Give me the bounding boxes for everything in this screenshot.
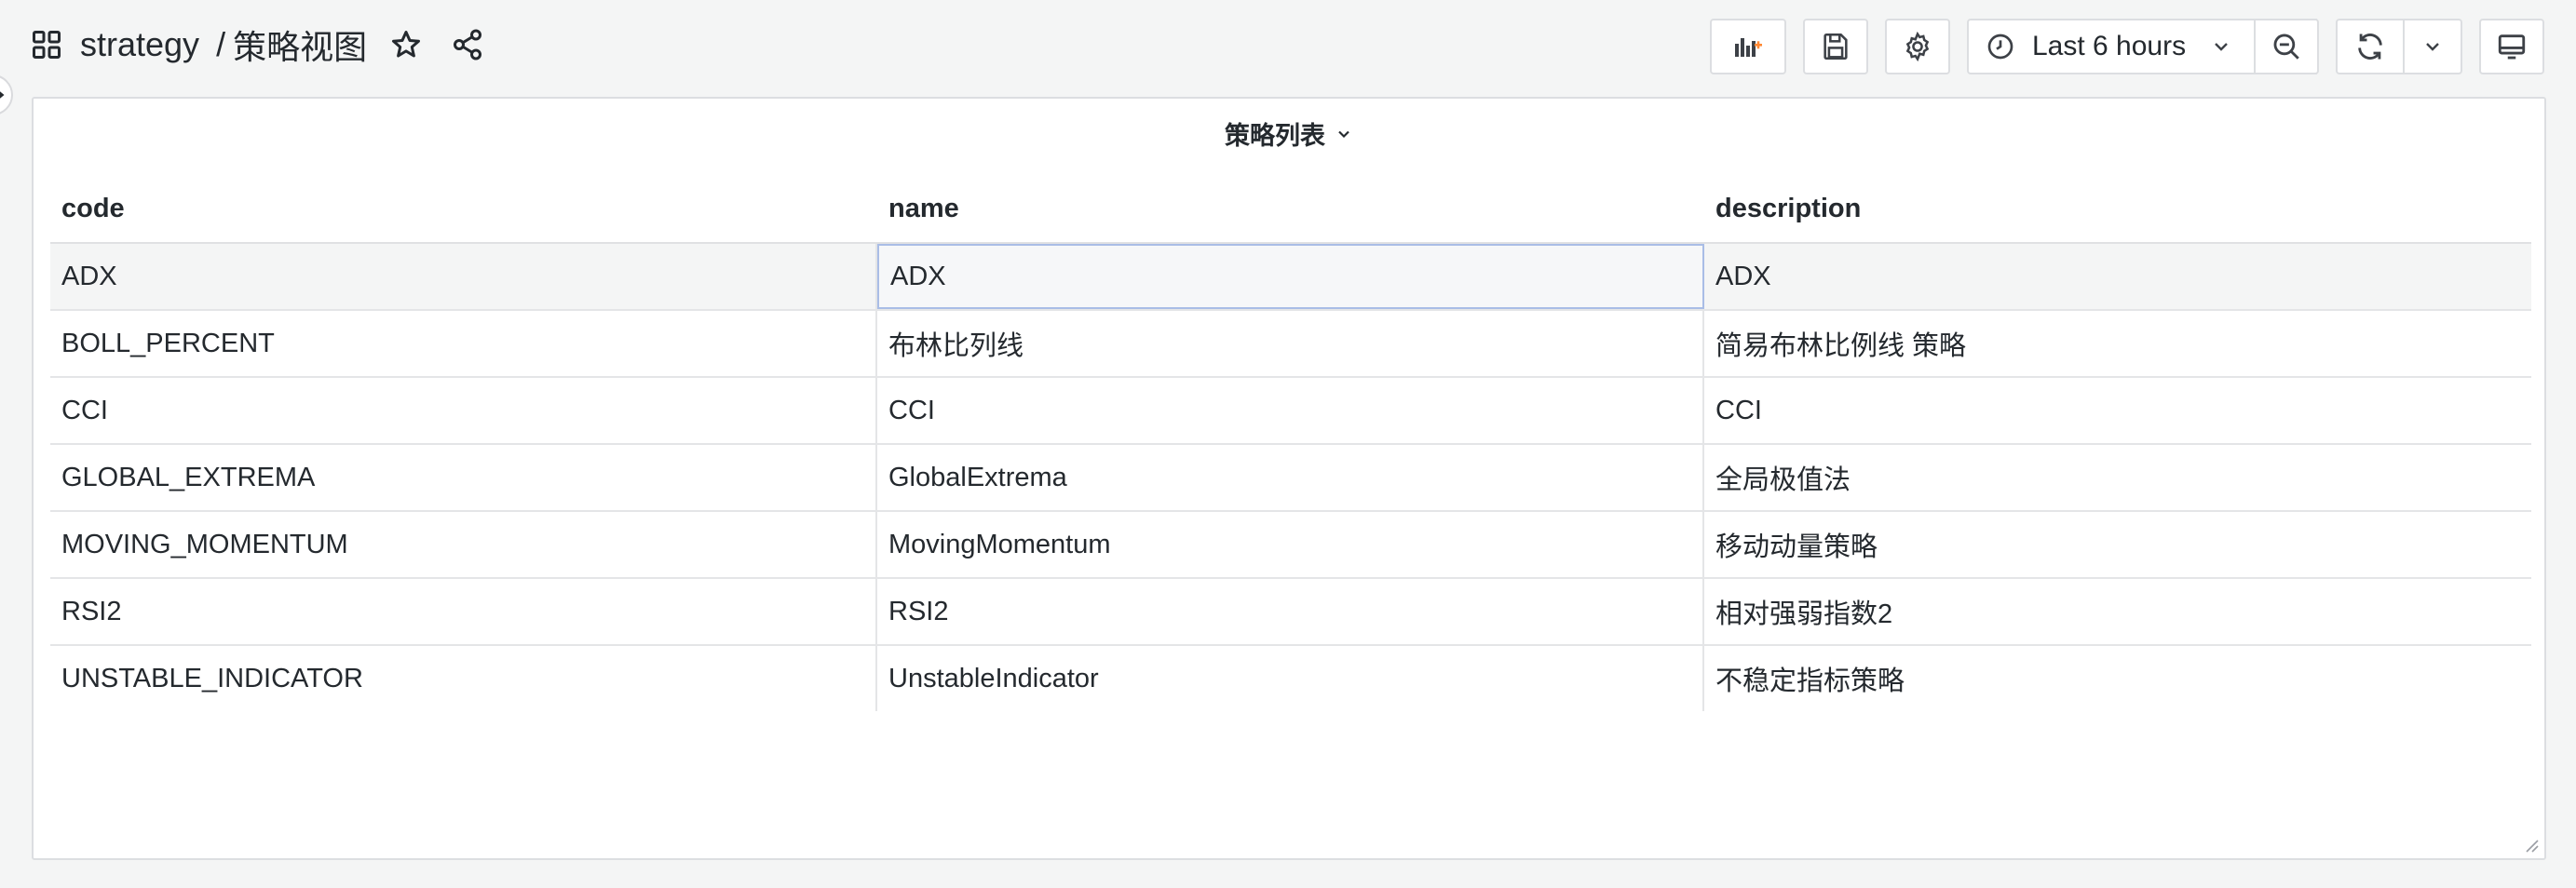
- table-cell-name[interactable]: UnstableIndicator: [877, 646, 1704, 711]
- panel-title[interactable]: 策略列表: [1225, 115, 1325, 152]
- table-cell-code[interactable]: BOLL_PERCENT: [50, 311, 877, 376]
- table-cell-code[interactable]: MOVING_MOMENTUM: [50, 512, 877, 577]
- clock-icon: [1987, 34, 2013, 60]
- breadcrumb-separator: /: [216, 25, 226, 63]
- resize-handle-icon[interactable]: [2524, 838, 2539, 853]
- table-cell-code[interactable]: RSI2: [50, 579, 877, 644]
- panel-header[interactable]: 策略列表: [34, 115, 2544, 152]
- refresh-icon: [2358, 34, 2382, 60]
- top-navbar: strategy / 策略视图 Last 6 hours: [0, 0, 2576, 93]
- table-row[interactable]: UNSTABLE_INDICATOR UnstableIndicator 不稳定…: [50, 644, 2531, 711]
- table-cell-name[interactable]: RSI2: [877, 579, 1704, 644]
- column-header-description[interactable]: description: [1715, 194, 1861, 224]
- table-cell-code[interactable]: UNSTABLE_INDICATOR: [50, 646, 877, 711]
- table-row[interactable]: BOLL_PERCENT 布林比列线 简易布林比例线 策略: [50, 309, 2531, 376]
- table-cell-name[interactable]: MovingMomentum: [877, 512, 1704, 577]
- gear-icon: [1905, 31, 1930, 62]
- breadcrumb-folder[interactable]: strategy: [80, 25, 199, 64]
- column-header-name[interactable]: name: [888, 194, 959, 224]
- chevron-down-icon: [2215, 43, 2228, 51]
- table-row[interactable]: CCI CCI CCI: [50, 376, 2531, 443]
- add-panel-icon: [1735, 38, 1762, 57]
- save-dashboard-button[interactable]: [1803, 19, 1868, 74]
- column-header-code[interactable]: code: [61, 194, 125, 224]
- zoom-out-icon: [2273, 34, 2299, 60]
- chevron-down-icon: [1338, 130, 1349, 138]
- view-mode-button[interactable]: [2479, 19, 2544, 74]
- table-panel: 策略列表 code name description ADX ADX ADX B…: [32, 97, 2546, 860]
- time-range-label: Last 6 hours: [2032, 31, 2187, 61]
- share-icon[interactable]: [451, 28, 484, 61]
- chevron-down-icon: [2426, 43, 2439, 51]
- table-cell-name[interactable]: GlobalExtrema: [877, 445, 1704, 510]
- apps-grid-icon[interactable]: [30, 28, 63, 61]
- table-cell-name[interactable]: 布林比列线: [877, 311, 1704, 376]
- zoom-out-button[interactable]: [2254, 19, 2319, 74]
- refresh-interval-dropdown[interactable]: [2403, 19, 2462, 74]
- table-cell-code[interactable]: CCI: [50, 378, 877, 443]
- refresh-button[interactable]: [2336, 19, 2405, 74]
- table-cell-description[interactable]: 移动动量策略: [1704, 512, 2531, 577]
- star-icon[interactable]: [389, 28, 423, 61]
- table-row[interactable]: MOVING_MOMENTUM MovingMomentum 移动动量策略: [50, 510, 2531, 577]
- monitor-icon: [2498, 34, 2526, 60]
- table-cell-description[interactable]: ADX: [1704, 244, 2531, 309]
- dashboard-settings-button[interactable]: [1885, 19, 1950, 74]
- table-row[interactable]: RSI2 RSI2 相对强弱指数2: [50, 577, 2531, 644]
- chevron-right-icon: [0, 91, 5, 99]
- table-cell-description[interactable]: CCI: [1704, 378, 2531, 443]
- table-cell-code[interactable]: GLOBAL_EXTREMA: [50, 445, 877, 510]
- breadcrumb: strategy / 策略视图: [30, 22, 484, 67]
- table-cell-name[interactable]: CCI: [877, 378, 1704, 443]
- save-icon: [1824, 33, 1848, 61]
- table-cell-code[interactable]: ADX: [50, 244, 877, 309]
- table-cell-description[interactable]: 相对强弱指数2: [1704, 579, 2531, 644]
- dashboard-title[interactable]: 策略视图: [233, 20, 367, 69]
- table-row[interactable]: ADX ADX ADX: [50, 242, 2531, 309]
- table-cell-name[interactable]: ADX: [877, 244, 1704, 309]
- table-cell-description[interactable]: 不稳定指标策略: [1704, 646, 2531, 711]
- table-row[interactable]: GLOBAL_EXTREMA GlobalExtrema 全局极值法: [50, 443, 2531, 510]
- table-cell-description[interactable]: 简易布林比例线 策略: [1704, 311, 2531, 376]
- add-panel-button[interactable]: [1710, 19, 1786, 74]
- table-cell-description[interactable]: 全局极值法: [1704, 445, 2531, 510]
